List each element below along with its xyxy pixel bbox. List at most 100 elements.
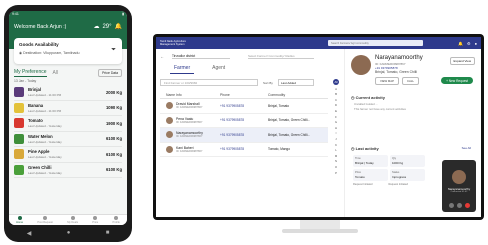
weather-widget[interactable]: ☁ 29° 🔔	[93, 23, 122, 31]
back-triangle-icon[interactable]: ◀	[27, 230, 32, 237]
home-circle-icon[interactable]: ●	[67, 230, 71, 236]
alphabet-letter[interactable]: D	[335, 103, 337, 107]
activity-col-2: Request Initiated	[388, 183, 408, 186]
farmer-search-input[interactable]: Find Farmer or 100/9982	[160, 79, 258, 86]
call-button[interactable]: CALL	[402, 77, 419, 85]
alphabet-letter[interactable]: B	[335, 92, 337, 96]
farmer-list-panel: ← Tiruvallur district Select Farmer/ Com…	[156, 49, 342, 217]
bell-icon[interactable]: 🔔	[458, 41, 463, 46]
expand-view-button[interactable]: Expand View	[449, 57, 475, 65]
goods-availability-card[interactable]: Goods Availability ◉ Destination: Vilupp…	[14, 38, 122, 64]
alphabet-letter[interactable]: P	[335, 171, 337, 175]
camera-icon[interactable]	[456, 203, 462, 208]
alphabet-letter[interactable]: F	[335, 115, 337, 119]
alphabet-letter[interactable]: H	[335, 126, 337, 130]
table-row[interactable]: Kani Baheri ID: FARMER09987867 +91 93799…	[160, 143, 328, 157]
alphabet-letter[interactable]: J	[335, 137, 336, 141]
alphabet-letter[interactable]: C	[335, 98, 337, 102]
nav-item-profile[interactable]: Profile	[113, 216, 120, 224]
farmer-row-phone[interactable]: +91 9379905878	[220, 133, 268, 137]
header-phone[interactable]: Phone	[220, 93, 268, 97]
sort-select[interactable]: Last Added	[278, 79, 314, 86]
commodity-qty: 2000 Kg	[105, 89, 122, 95]
table-row[interactable]: Dravid Marshall ID: FARMER09987867 +91 9…	[160, 99, 328, 114]
commodity-name: Pine Apple	[28, 149, 50, 155]
goods-title: Goods Availability	[19, 42, 59, 47]
monitor-base	[282, 229, 358, 233]
tab-farmer[interactable]: Farmer	[170, 65, 195, 74]
see-all-link[interactable]: See All	[462, 146, 471, 150]
phone-screen: 9:41 ▮ Welcome Back Arjun :) ☁ 29° 🔔 Goo…	[9, 11, 127, 225]
alphabet-letter[interactable]: I	[336, 131, 337, 135]
farmer-photo	[351, 55, 371, 75]
mic-icon[interactable]	[448, 203, 454, 208]
list-item[interactable]: Tomato Last Updated - Yesterday 1900 Kg	[14, 116, 122, 132]
view-map-button[interactable]: VIEW MAP	[375, 77, 399, 85]
header-commodity[interactable]: Commodity	[268, 93, 328, 97]
district-dropdown[interactable]: Tiruvallur district	[172, 53, 230, 59]
commodity-thumbnail	[14, 102, 24, 113]
filter-icon[interactable]: ⏷	[111, 47, 116, 54]
alphabet-letter[interactable]: N	[335, 159, 337, 163]
alphabet-letter[interactable]: L	[335, 148, 337, 152]
activity-cell: Status Inprogress	[390, 169, 425, 181]
call-status: Connected 01:02	[450, 191, 468, 193]
alphabet-letter[interactable]: O	[335, 165, 337, 169]
alphabet-letter[interactable]: All	[333, 79, 339, 85]
list-item[interactable]: Banana Last Updated - 11:00 PM 1090 Kg	[14, 101, 122, 116]
farmer-name: Narayanamoorthy	[375, 55, 423, 61]
global-search-input[interactable]: Search Farmers/ Agri commodity	[328, 40, 423, 46]
commodity-updated: Last Updated - Yesterday	[28, 170, 62, 175]
system-nav-bar: ◀ ● ■	[9, 228, 127, 238]
nav-item-my-deals[interactable]: My Deals	[67, 216, 78, 224]
list-item[interactable]: Water Melon Last Updated - Yesterday 610…	[14, 132, 122, 147]
user-avatar-icon[interactable]: ●	[475, 41, 477, 46]
cloud-icon: ☁	[93, 24, 100, 30]
list-item[interactable]: Brinjal Last Updated - 11:00 PM 2000 Kg	[14, 85, 122, 101]
table-row[interactable]: Pena Vaaiu ID: FARMER09987867 +91 937990…	[160, 114, 328, 128]
nav-icon	[43, 216, 48, 220]
tab-all[interactable]: All	[53, 70, 59, 76]
list-tabs: Farmer Agent	[170, 65, 225, 74]
last-activity-grid: Time Brinjal | Today Qty 1000 Kg Price Tomato…	[353, 155, 425, 181]
end-call-icon[interactable]	[464, 203, 470, 208]
back-arrow-icon[interactable]: ←	[160, 54, 164, 59]
commodity-name: Banana	[28, 102, 44, 108]
date-line: 13 Jan - Today	[14, 79, 37, 83]
price-data-button[interactable]: Price Data	[98, 69, 122, 77]
bell-icon[interactable]: 🔔	[115, 23, 122, 30]
settings-icon[interactable]: ⚙	[467, 41, 471, 46]
commodity-qty: 1090 Kg	[105, 105, 122, 111]
farmer-row-phone[interactable]: +91 9379905878	[220, 118, 268, 122]
tab-agent[interactable]: Agent	[212, 65, 225, 74]
alphabet-letter[interactable]: M	[335, 154, 337, 158]
radius-select[interactable]: Select Farmer/ Commodity/ Radius	[248, 53, 314, 59]
alphabet-index: All A B C D E F G H I J K L M N O P	[332, 79, 340, 175]
sort-label: Sort By	[263, 81, 273, 85]
table-row[interactable]: Narayanamoorthy ID: FARMER09987867 +91 9…	[160, 128, 328, 143]
bottom-nav: Home Post Request My Deals Price Profile	[9, 214, 127, 225]
farmer-row-phone[interactable]: +91 9379905878	[220, 104, 268, 108]
avatar	[166, 102, 173, 110]
alphabet-letter[interactable]: E	[335, 109, 337, 113]
nav-item-price[interactable]: Price	[92, 216, 98, 224]
alphabet-letter[interactable]: A	[335, 87, 337, 91]
tab-my-preference[interactable]: My Preference	[14, 69, 47, 77]
video-call-overlay[interactable]: Narayanamoorthy Connected 01:02	[442, 160, 476, 212]
list-item[interactable]: Pine Apple Last Updated - Yesterday 6100…	[14, 147, 122, 163]
farmer-table: Name Info Phone Commodity Dravid Marshal…	[160, 91, 328, 157]
table-body: Dravid Marshall ID: FARMER09987867 +91 9…	[160, 99, 328, 157]
commodity-qty: 6100 Kg	[105, 167, 122, 173]
nav-item-home[interactable]: Home	[16, 216, 23, 224]
app-logo[interactable]: Tamil Nadu Agriculture Management System	[160, 40, 208, 46]
farmer-row-phone[interactable]: +91 9379905878	[220, 147, 268, 151]
header-name[interactable]: Name Info	[160, 93, 220, 97]
alphabet-letter[interactable]: K	[335, 143, 337, 147]
new-request-button[interactable]: + New Request	[441, 77, 473, 84]
recents-square-icon[interactable]: ■	[106, 230, 110, 236]
nav-item-post-request[interactable]: Post Request	[37, 216, 53, 224]
commodity-list: Brinjal Last Updated - 11:00 PM 2000 Kg …	[14, 85, 122, 178]
list-item[interactable]: Green Chilli Last Updated - Yesterday 61…	[14, 163, 122, 178]
alphabet-letter[interactable]: G	[335, 120, 337, 124]
nav-icon	[17, 216, 22, 220]
